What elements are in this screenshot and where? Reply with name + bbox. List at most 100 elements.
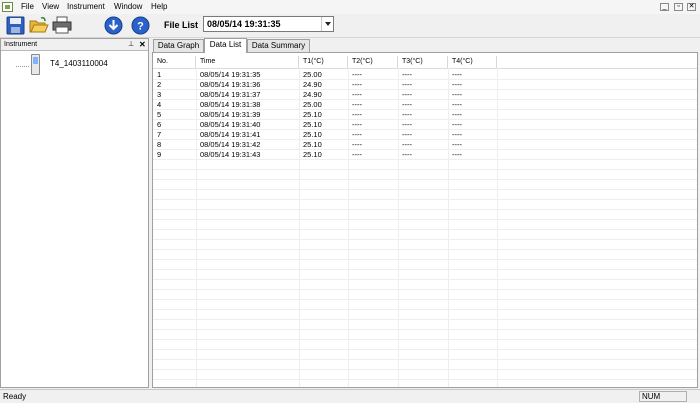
column-header-t1[interactable]: T1(°C) bbox=[299, 56, 348, 68]
download-icon[interactable] bbox=[103, 16, 124, 35]
empty-row bbox=[153, 300, 697, 310]
empty-row bbox=[153, 290, 697, 300]
save-icon[interactable] bbox=[5, 16, 26, 35]
cell-time: 08/05/14 19:31:36 bbox=[200, 80, 261, 89]
empty-row bbox=[153, 270, 697, 280]
cell-t3: ---- bbox=[402, 100, 412, 109]
file-list-select[interactable]: 08/05/14 19:31:35 bbox=[203, 16, 334, 32]
cell-t2: ---- bbox=[352, 80, 362, 89]
column-header-t4[interactable]: T4(°C) bbox=[448, 56, 497, 68]
cell-t4: ---- bbox=[452, 100, 462, 109]
device-icon bbox=[31, 54, 40, 75]
menu-view[interactable]: View bbox=[41, 2, 60, 12]
cell-t4: ---- bbox=[452, 110, 462, 119]
table-row[interactable]: 6 08/05/14 19:31:40 25.10 ---- ---- ---- bbox=[153, 120, 697, 130]
minimize-icon[interactable]: _ bbox=[660, 3, 669, 11]
menu-bar: File View Instrument Window Help _ ▫ ✕ bbox=[0, 0, 700, 14]
cell-t2: ---- bbox=[352, 130, 362, 139]
empty-row bbox=[153, 310, 697, 320]
empty-row bbox=[153, 230, 697, 240]
cell-t1: 25.10 bbox=[303, 140, 322, 149]
cell-t1: 25.10 bbox=[303, 120, 322, 129]
menu-file[interactable]: File bbox=[20, 2, 35, 12]
empty-row bbox=[153, 180, 697, 190]
cell-no: 4 bbox=[157, 100, 162, 109]
cell-no: 7 bbox=[157, 130, 162, 139]
tree-item-device[interactable]: T4_1403110004 bbox=[50, 59, 108, 69]
menu-help[interactable]: Help bbox=[150, 2, 168, 12]
cell-time: 08/05/14 19:31:38 bbox=[200, 100, 261, 109]
column-header-t2[interactable]: T2(°C) bbox=[348, 56, 398, 68]
table-row[interactable]: 7 08/05/14 19:31:41 25.10 ---- ---- ---- bbox=[153, 130, 697, 140]
panel-close-icon[interactable]: ✕ bbox=[139, 40, 146, 49]
table-row[interactable]: 5 08/05/14 19:31:39 25.10 ---- ---- ---- bbox=[153, 110, 697, 120]
table-row[interactable]: 2 08/05/14 19:31:36 24.90 ---- ---- ---- bbox=[153, 80, 697, 90]
cell-t3: ---- bbox=[402, 70, 412, 79]
status-text: Ready bbox=[3, 392, 27, 401]
menu-window[interactable]: Window bbox=[113, 2, 143, 12]
cell-time: 08/05/14 19:31:43 bbox=[200, 150, 261, 159]
table-row[interactable]: 8 08/05/14 19:31:42 25.10 ---- ---- ---- bbox=[153, 140, 697, 150]
cell-t1: 24.90 bbox=[303, 90, 322, 99]
chevron-down-icon[interactable] bbox=[321, 17, 333, 31]
cell-no: 8 bbox=[157, 140, 162, 149]
cell-t2: ---- bbox=[352, 140, 362, 149]
cell-time: 08/05/14 19:31:35 bbox=[200, 70, 261, 79]
cell-t1: 25.10 bbox=[303, 110, 322, 119]
cell-t3: ---- bbox=[402, 140, 412, 149]
file-list-label: File List bbox=[164, 20, 199, 30]
table-row[interactable]: 4 08/05/14 19:31:38 25.00 ---- ---- ---- bbox=[153, 100, 697, 110]
empty-row bbox=[153, 220, 697, 230]
table-row[interactable]: 3 08/05/14 19:31:37 24.90 ---- ---- ---- bbox=[153, 90, 697, 100]
help-icon[interactable]: ? bbox=[130, 16, 151, 35]
cell-t4: ---- bbox=[452, 90, 462, 99]
empty-row bbox=[153, 340, 697, 350]
cell-t3: ---- bbox=[402, 80, 412, 89]
close-icon[interactable]: ✕ bbox=[687, 3, 696, 11]
tab-data-graph[interactable]: Data Graph bbox=[153, 39, 204, 52]
empty-row bbox=[153, 250, 697, 260]
cell-no: 5 bbox=[157, 110, 162, 119]
num-lock-indicator: NUM bbox=[639, 391, 687, 402]
table-row[interactable]: 1 08/05/14 19:31:35 25.00 ---- ---- ---- bbox=[153, 70, 697, 80]
cell-t4: ---- bbox=[452, 80, 462, 89]
empty-row bbox=[153, 370, 697, 380]
cell-t3: ---- bbox=[402, 150, 412, 159]
tree-connector bbox=[16, 66, 29, 67]
restore-icon[interactable]: ▫ bbox=[674, 3, 683, 11]
instrument-panel-header: Instrument ⊥ ✕ bbox=[1, 39, 148, 51]
cell-t2: ---- bbox=[352, 70, 362, 79]
cell-time: 08/05/14 19:31:39 bbox=[200, 110, 261, 119]
empty-row bbox=[153, 260, 697, 270]
menu-instrument[interactable]: Instrument bbox=[66, 2, 106, 12]
cell-t2: ---- bbox=[352, 100, 362, 109]
empty-row bbox=[153, 160, 697, 170]
column-header-time[interactable]: Time bbox=[196, 56, 299, 68]
print-icon[interactable] bbox=[51, 16, 72, 35]
cell-no: 2 bbox=[157, 80, 162, 89]
cell-t4: ---- bbox=[452, 150, 462, 159]
cell-t3: ---- bbox=[402, 130, 412, 139]
column-header-t3[interactable]: T3(°C) bbox=[398, 56, 448, 68]
empty-row bbox=[153, 280, 697, 290]
cell-t3: ---- bbox=[402, 120, 412, 129]
cell-t1: 24.90 bbox=[303, 80, 322, 89]
cell-t4: ---- bbox=[452, 140, 462, 149]
app-icon[interactable] bbox=[2, 2, 13, 12]
data-list-table: No. Time T1(°C) T2(°C) T3(°C) T4(°C) 1 0… bbox=[152, 52, 698, 388]
empty-row bbox=[153, 360, 697, 370]
instrument-panel-title: Instrument bbox=[4, 41, 38, 48]
cell-t4: ---- bbox=[452, 130, 462, 139]
table-row[interactable]: 9 08/05/14 19:31:43 25.10 ---- ---- ---- bbox=[153, 150, 697, 160]
empty-row bbox=[153, 190, 697, 200]
cell-no: 3 bbox=[157, 90, 162, 99]
pin-icon[interactable]: ⊥ bbox=[128, 40, 134, 49]
cell-time: 08/05/14 19:31:40 bbox=[200, 120, 261, 129]
cell-no: 1 bbox=[157, 70, 162, 79]
tab-data-list[interactable]: Data List bbox=[204, 38, 247, 53]
cell-t3: ---- bbox=[402, 110, 412, 119]
cell-no: 6 bbox=[157, 120, 162, 129]
tab-data-summary[interactable]: Data Summary bbox=[247, 39, 310, 52]
open-folder-icon[interactable] bbox=[28, 16, 49, 35]
column-header-no[interactable]: No. bbox=[153, 56, 196, 68]
